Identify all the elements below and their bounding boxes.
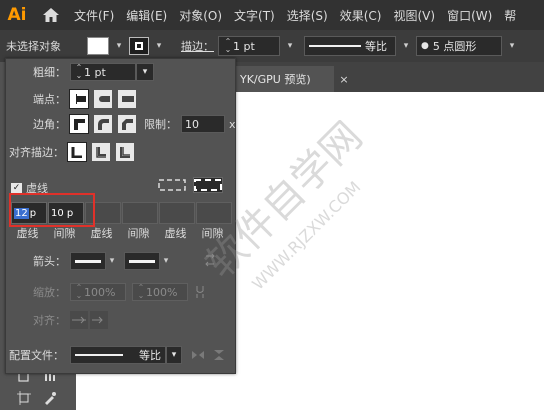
stroke-weight-field[interactable]: ⌃ ⌄ 1 pt xyxy=(218,36,280,56)
chevron-down-icon[interactable]: ▾ xyxy=(400,37,412,55)
align-stroke-label: 对齐描边： xyxy=(9,146,64,159)
line-sample-icon xyxy=(75,354,123,356)
menu-help[interactable]: 帮 xyxy=(498,7,522,24)
gap-sublabel: 间隙 xyxy=(53,227,76,240)
artboard-canvas-lower[interactable] xyxy=(76,372,236,410)
link-scale-icon[interactable] xyxy=(194,284,206,300)
document-tab-bar: YK/GPU 预览) × xyxy=(236,62,544,92)
dash-sublabel: 虚线 xyxy=(90,227,113,240)
gap-2-input[interactable] xyxy=(122,202,158,224)
chevron-down-icon: ▾ xyxy=(171,350,177,360)
illustrator-window: Ai 文件(F) 编辑(E) 对象(O) 文字(T) 选择(S) 效果(C) 视… xyxy=(0,0,544,410)
end-arrowhead-select[interactable] xyxy=(124,252,160,270)
variable-width-profile[interactable]: 等比 xyxy=(304,36,396,56)
fill-swatch[interactable] xyxy=(87,37,109,55)
menu-bar: Ai 文件(F) 编辑(E) 对象(O) 文字(T) 选择(S) 效果(C) 视… xyxy=(0,0,544,30)
arrow-align-label: 对齐： xyxy=(33,314,66,327)
spinner-icon[interactable]: ⌃ ⌄ xyxy=(74,64,84,80)
gap-sublabel: 间隙 xyxy=(201,227,224,240)
align-dash-corners-icon[interactable] xyxy=(193,177,223,193)
cap-label: 端点： xyxy=(33,93,66,106)
end-scale-input[interactable]: ⌃ ⌄ 100% xyxy=(132,283,188,301)
menu-effect[interactable]: 效果(C) xyxy=(334,7,388,24)
eyedropper-icon[interactable] xyxy=(40,388,60,408)
align-center-button[interactable] xyxy=(67,142,87,162)
document-tab[interactable]: YK/GPU 预览) xyxy=(236,66,334,92)
chevron-down-icon[interactable]: ▾ xyxy=(153,37,165,55)
round-cap-button[interactable] xyxy=(94,90,112,108)
swap-arrowheads-icon[interactable] xyxy=(204,252,216,268)
arrow-align-extend-button[interactable] xyxy=(70,311,88,329)
preserve-dash-icon[interactable] xyxy=(157,177,187,193)
start-scale-input[interactable]: ⌃ ⌄ 100% xyxy=(70,283,126,301)
home-icon[interactable] xyxy=(34,0,68,30)
flip-horizontal-icon[interactable] xyxy=(190,349,206,361)
corner-label: 边角： xyxy=(33,118,66,131)
bevel-join-button[interactable] xyxy=(118,115,136,133)
chevron-down-icon[interactable]: ▾ xyxy=(113,37,125,55)
menu-file[interactable]: 文件(F) xyxy=(68,7,120,24)
chevron-down-icon[interactable]: ▾ xyxy=(106,252,118,270)
arrow-align-place-button[interactable] xyxy=(90,311,108,329)
miter-join-button[interactable] xyxy=(69,114,89,134)
app-logo: Ai xyxy=(7,5,27,25)
brush-definition[interactable]: ● 5 点圆形 xyxy=(416,36,502,56)
menu-window[interactable]: 窗口(W) xyxy=(441,7,498,24)
highlight-box xyxy=(9,193,95,227)
gap-3-input[interactable] xyxy=(196,202,232,224)
align-inside-button[interactable] xyxy=(92,143,110,161)
miter-limit-input[interactable]: 10 xyxy=(181,115,225,133)
chevron-down-icon[interactable]: ▾ xyxy=(160,252,172,270)
artboard-tool-icon[interactable] xyxy=(14,388,34,408)
round-join-button[interactable] xyxy=(94,115,112,133)
dash-sublabel: 虚线 xyxy=(16,227,39,240)
menu-type[interactable]: 文字(T) xyxy=(228,7,281,24)
line-sample-icon xyxy=(309,45,361,47)
selection-status: 未选择对象 xyxy=(6,40,61,53)
profile-label: 配置文件： xyxy=(9,349,64,362)
chevron-down-icon: ▾ xyxy=(142,67,148,77)
align-outside-button[interactable] xyxy=(116,143,134,161)
menu-object[interactable]: 对象(O) xyxy=(173,7,228,24)
start-arrowhead-select[interactable] xyxy=(70,252,106,270)
limit-unit: x xyxy=(229,117,236,131)
menu-edit[interactable]: 编辑(E) xyxy=(120,7,173,24)
projecting-cap-button[interactable] xyxy=(118,90,136,108)
gap-sublabel: 间隙 xyxy=(127,227,150,240)
stroke-swatch[interactable] xyxy=(129,37,149,55)
spinner-icon[interactable]: ⌃ ⌄ xyxy=(223,38,233,54)
artboard-canvas[interactable] xyxy=(236,92,544,410)
stroke-weight-input[interactable]: ⌃ ⌄ 1 pt xyxy=(70,63,136,81)
arrowhead-label: 箭头： xyxy=(33,255,66,268)
chevron-down-icon[interactable]: ▾ xyxy=(284,37,296,55)
scale-label: 缩放： xyxy=(33,286,66,299)
weight-dropdown[interactable]: ▾ xyxy=(136,63,154,81)
width-profile-select[interactable]: 等比 xyxy=(70,346,166,364)
close-icon[interactable]: × xyxy=(336,66,352,92)
dot-icon: ● xyxy=(421,41,429,51)
weight-label: 粗细： xyxy=(33,66,66,79)
dash-3-input[interactable] xyxy=(159,202,195,224)
chevron-down-icon[interactable]: ▾ xyxy=(506,37,518,55)
butt-cap-button[interactable] xyxy=(69,89,89,109)
dashed-checkbox[interactable]: ✓ xyxy=(11,182,22,194)
stroke-label[interactable]: 描边： xyxy=(181,38,214,54)
dash-sublabel: 虚线 xyxy=(164,227,187,240)
menu-view[interactable]: 视图(V) xyxy=(387,7,441,24)
limit-label: 限制： xyxy=(144,118,177,131)
menu-select[interactable]: 选择(S) xyxy=(281,7,334,24)
flip-vertical-icon[interactable] xyxy=(212,348,226,362)
profile-dropdown[interactable]: ▾ xyxy=(166,346,182,364)
